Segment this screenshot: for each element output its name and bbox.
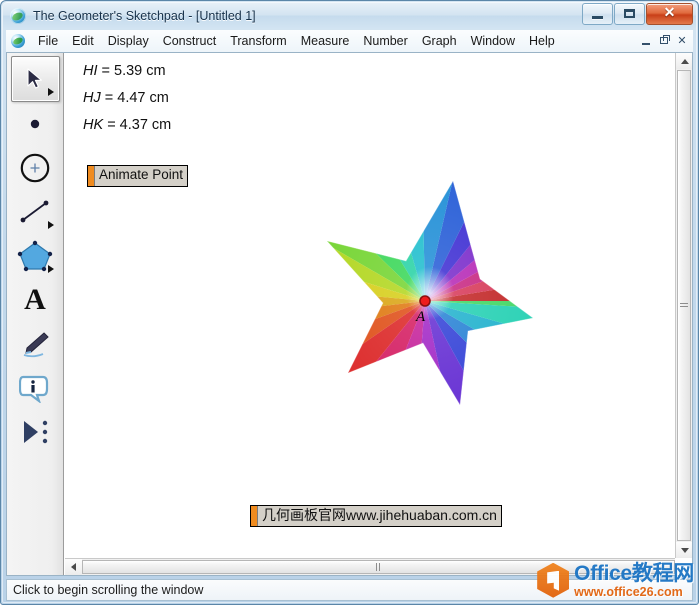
measurement-hi-label: HI (83, 63, 98, 79)
arrow-cursor-icon (27, 68, 42, 89)
measurement-hj[interactable]: HJ = 4.47 cm (83, 90, 169, 106)
tool-submenu-arrow-icon (47, 265, 54, 273)
tool-submenu-arrow-icon (47, 88, 54, 96)
tool-submenu-arrow-icon (47, 221, 54, 229)
menu-item-file[interactable]: File (31, 32, 65, 50)
star-rays (327, 181, 533, 405)
scroll-up-button[interactable] (676, 53, 692, 69)
scroll-down-arrow-icon (680, 547, 689, 553)
title-bar: The Geometer's Sketchpad - [Untitled 1] … (3, 2, 696, 29)
vertical-scrollbar[interactable] (675, 53, 692, 558)
maximize-icon (624, 9, 635, 18)
website-link-button-label: 几何画板官网www.jihehuaban.com.cn (257, 506, 501, 526)
menu-item-graph[interactable]: Graph (415, 32, 464, 50)
scroll-left-arrow-icon (71, 563, 76, 571)
close-button[interactable]: ✕ (646, 2, 693, 25)
marker-tool[interactable] (12, 322, 59, 366)
status-bar: Click to begin scrolling the window (6, 579, 693, 601)
client-area: A HI = 5.39 cm HJ = 4.47 cm HK = 4.37 cm… (6, 52, 693, 576)
toolbox: A (7, 53, 64, 575)
straightedge-tool[interactable] (12, 190, 59, 234)
vertical-scrollbar-thumb[interactable] (677, 70, 691, 541)
scroll-left-button[interactable] (65, 559, 82, 575)
status-bar-text: Click to begin scrolling the window (13, 583, 204, 597)
menu-item-construct[interactable]: Construct (156, 32, 224, 50)
mdi-minimize-button[interactable] (637, 32, 655, 49)
rainbow-star-figure[interactable]: A (320, 173, 540, 413)
maximize-button[interactable] (614, 2, 645, 25)
letter-a-icon: A (24, 283, 46, 316)
scrollbar-grip-icon (375, 563, 382, 571)
point-tool[interactable] (12, 102, 59, 146)
polygon-tool[interactable] (12, 234, 59, 278)
measurement-hj-value: = 4.47 cm (104, 90, 169, 106)
mdi-restore-button[interactable] (655, 32, 673, 49)
minimize-icon (592, 15, 603, 19)
measurement-hi-value: = 5.39 cm (101, 63, 166, 79)
point-dot-icon (30, 119, 40, 129)
measurement-hi[interactable]: HI = 5.39 cm (83, 63, 166, 79)
text-tool[interactable]: A (12, 278, 59, 322)
rainbow-star-svg (327, 181, 533, 405)
animate-point-button[interactable]: Animate Point (87, 165, 189, 187)
mdi-restore-icon (660, 35, 670, 44)
horizontal-scrollbar-thumb[interactable] (82, 560, 675, 574)
info-bubble-icon (19, 375, 49, 403)
custom-tool[interactable] (12, 410, 59, 454)
scroll-up-arrow-icon (680, 58, 689, 64)
marker-pen-icon (23, 332, 49, 358)
close-icon: ✕ (663, 5, 676, 21)
animate-point-button-label: Animate Point (94, 166, 187, 186)
menu-item-display[interactable]: Display (101, 32, 156, 50)
window-title: The Geometer's Sketchpad - [Untitled 1] (33, 8, 256, 23)
menu-bar: File Edit Display Construct Transform Me… (6, 30, 693, 53)
document-globe-icon (11, 34, 25, 48)
menu-item-measure[interactable]: Measure (294, 32, 357, 50)
menu-item-transform[interactable]: Transform (223, 32, 294, 50)
menu-item-window[interactable]: Window (464, 32, 522, 50)
mdi-close-button[interactable]: ✕ (673, 32, 691, 49)
menu-item-number[interactable]: Number (356, 32, 414, 50)
arrow-select-tool[interactable] (10, 56, 60, 102)
sketch-canvas[interactable]: HI = 5.39 cm HJ = 4.47 cm HK = 4.37 cm A… (65, 53, 675, 558)
measurement-hk[interactable]: HK = 4.37 cm (83, 117, 171, 133)
scroll-down-button[interactable] (676, 542, 692, 558)
sketchpad-globe-icon (10, 7, 26, 24)
minimize-button[interactable] (582, 2, 613, 25)
application-window: The Geometer's Sketchpad - [Untitled 1] … (0, 0, 699, 605)
measurement-hk-label: HK (83, 117, 104, 133)
compass-circle-tool[interactable] (12, 146, 59, 190)
menu-item-edit[interactable]: Edit (65, 32, 101, 50)
caption-button-group: ✕ (581, 2, 693, 25)
information-tool[interactable] (12, 366, 59, 410)
measurement-hk-value: = 4.37 cm (107, 117, 172, 133)
mdi-button-group: ✕ (637, 32, 691, 49)
measurement-hj-label: HJ (83, 90, 101, 106)
horizontal-scrollbar[interactable] (65, 558, 675, 575)
play-arrow-dots-icon (24, 420, 48, 444)
center-point-a[interactable] (419, 295, 431, 307)
website-link-button[interactable]: 几何画板官网www.jihehuaban.com.cn (250, 505, 502, 527)
circle-compass-icon (20, 153, 50, 183)
menu-item-help[interactable]: Help (522, 32, 562, 50)
mdi-minimize-icon (642, 42, 650, 45)
scrollbar-grip-icon (680, 302, 688, 309)
point-label-a: A (416, 309, 426, 325)
